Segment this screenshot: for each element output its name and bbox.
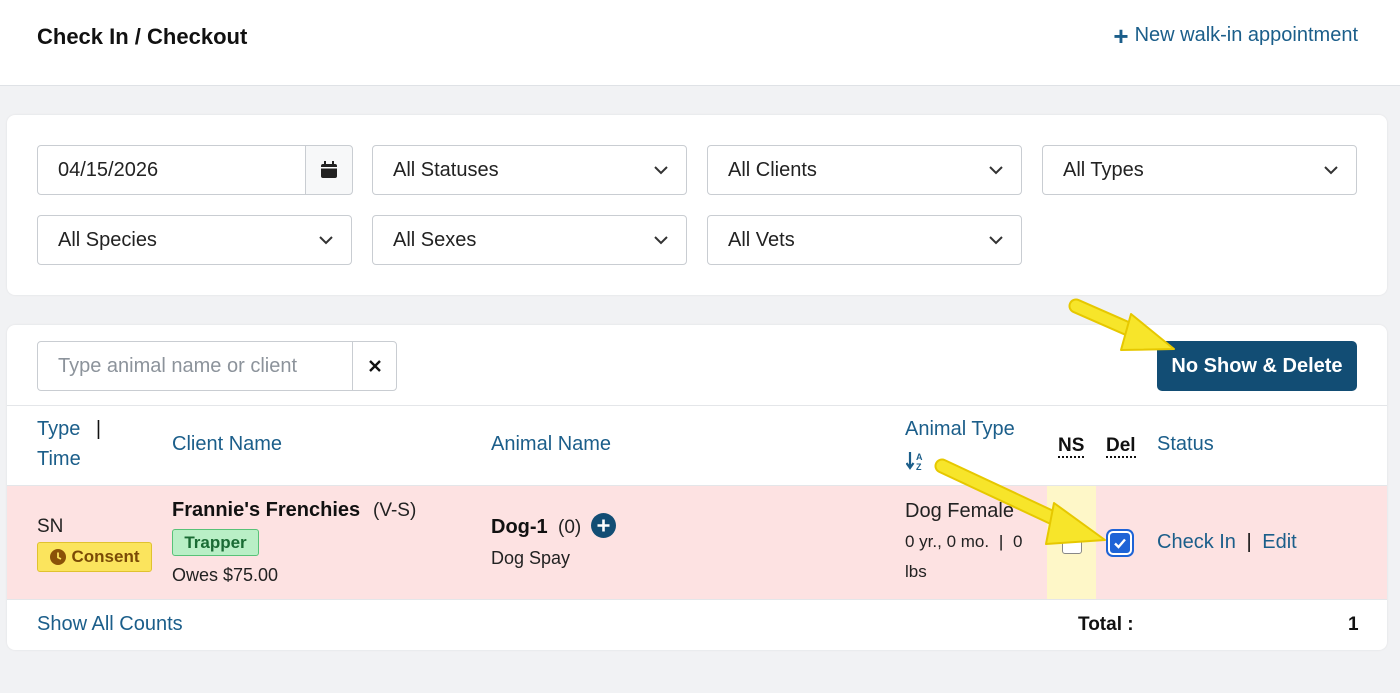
ns-checkbox[interactable]	[1062, 534, 1082, 554]
search-input[interactable]	[37, 341, 353, 391]
animal-weight: 0	[1012, 532, 1023, 551]
svg-text:Z: Z	[916, 462, 922, 471]
client-code: (V-S)	[373, 500, 417, 521]
species-select-value: All Species	[58, 228, 157, 251]
status-select[interactable]: All Statuses	[372, 145, 687, 195]
animal-type: Dog Female	[905, 500, 1014, 522]
show-all-counts-link[interactable]: Show All Counts	[37, 613, 183, 636]
chevron-down-icon	[1324, 166, 1338, 175]
appointments-panel: No Show & Delete Type | Time Client Name…	[7, 325, 1387, 650]
chevron-down-icon	[989, 166, 1003, 175]
date-input[interactable]: 04/15/2026	[37, 145, 307, 195]
chevron-down-icon	[654, 236, 668, 245]
types-select-value: All Types	[1063, 158, 1144, 181]
clock-icon	[49, 549, 66, 565]
clients-select[interactable]: All Clients	[707, 145, 1022, 195]
sort-alpha-desc-icon[interactable]: A Z	[906, 451, 928, 471]
table-footer: Show All Counts Total : 1	[7, 601, 1387, 649]
column-time[interactable]: Time	[37, 448, 81, 471]
total-value: 1	[1348, 614, 1359, 635]
status-separator: |	[1246, 531, 1252, 553]
new-walkin-appointment-link[interactable]: + New walk-in appointment	[1113, 20, 1358, 51]
chevron-down-icon	[319, 236, 333, 245]
column-animal-name[interactable]: Animal Name	[491, 433, 611, 456]
clients-select-value: All Clients	[728, 158, 817, 181]
no-show-delete-button[interactable]: No Show & Delete	[1157, 341, 1357, 391]
clear-search-button[interactable]	[352, 341, 397, 391]
top-bar: Check In / Checkout + New walk-in appoin…	[0, 0, 1400, 86]
sexes-select[interactable]: All Sexes	[372, 215, 687, 265]
chevron-down-icon	[989, 236, 1003, 245]
column-animal-type[interactable]: Animal Type	[905, 418, 1015, 441]
column-del[interactable]: Del	[1106, 436, 1136, 458]
table-header: Type | Time Client Name Animal Name Anim…	[7, 405, 1387, 486]
close-icon	[368, 360, 381, 372]
plus-circle-icon[interactable]	[591, 513, 616, 538]
calendar-button[interactable]	[305, 145, 353, 195]
check-in-link[interactable]: Check In	[1157, 531, 1236, 553]
new-walkin-label: New walk-in appointment	[1134, 24, 1358, 46]
animal-count: (0)	[558, 517, 582, 538]
client-name[interactable]: Frannie's Frenchies	[172, 499, 360, 522]
consent-badge[interactable]: Consent	[37, 542, 152, 572]
page-title: Check In / Checkout	[37, 24, 248, 49]
procedure: Dog Spay	[491, 548, 571, 568]
animal-age-value: 0 yr., 0 mo.	[905, 532, 990, 551]
column-ns[interactable]: NS	[1058, 436, 1085, 458]
appointment-type: SN	[37, 516, 64, 537]
date-value: 04/15/2026	[58, 158, 159, 181]
species-select[interactable]: All Species	[37, 215, 352, 265]
filters-panel: 04/15/2026 All Statuses All Clients All …	[7, 115, 1387, 295]
column-type-label: Type	[37, 418, 81, 440]
svg-text:A: A	[916, 452, 923, 462]
plus-icon: +	[1113, 20, 1129, 51]
column-separator: |	[95, 418, 102, 440]
weight-unit: lbs	[905, 562, 927, 581]
column-type[interactable]: Type |	[37, 418, 101, 441]
del-checkbox[interactable]	[1110, 533, 1130, 553]
chevron-down-icon	[654, 166, 668, 175]
calendar-icon	[321, 161, 337, 178]
status-actions: Check In | Edit	[1157, 531, 1297, 554]
edit-link[interactable]: Edit	[1262, 531, 1296, 553]
consent-label: Consent	[71, 547, 140, 566]
sexes-select-value: All Sexes	[393, 228, 477, 251]
vets-select-value: All Vets	[728, 228, 795, 251]
status-select-value: All Statuses	[393, 158, 499, 181]
total-label: Total :	[1078, 614, 1134, 635]
column-status[interactable]: Status	[1157, 433, 1214, 456]
animal-age: 0 yr., 0 mo. | 0	[905, 532, 1022, 552]
column-client-name[interactable]: Client Name	[172, 433, 282, 456]
types-select[interactable]: All Types	[1042, 145, 1357, 195]
check-icon	[1114, 538, 1126, 549]
trapper-badge: Trapper	[172, 529, 259, 556]
vets-select[interactable]: All Vets	[707, 215, 1022, 265]
age-weight-separator: |	[998, 532, 1004, 551]
table-row: SN Consent Frannie's Frenchies (V-S) Tra…	[7, 486, 1387, 600]
client-owes: Owes $75.00	[172, 565, 279, 585]
animal-name[interactable]: Dog-1	[491, 516, 548, 539]
